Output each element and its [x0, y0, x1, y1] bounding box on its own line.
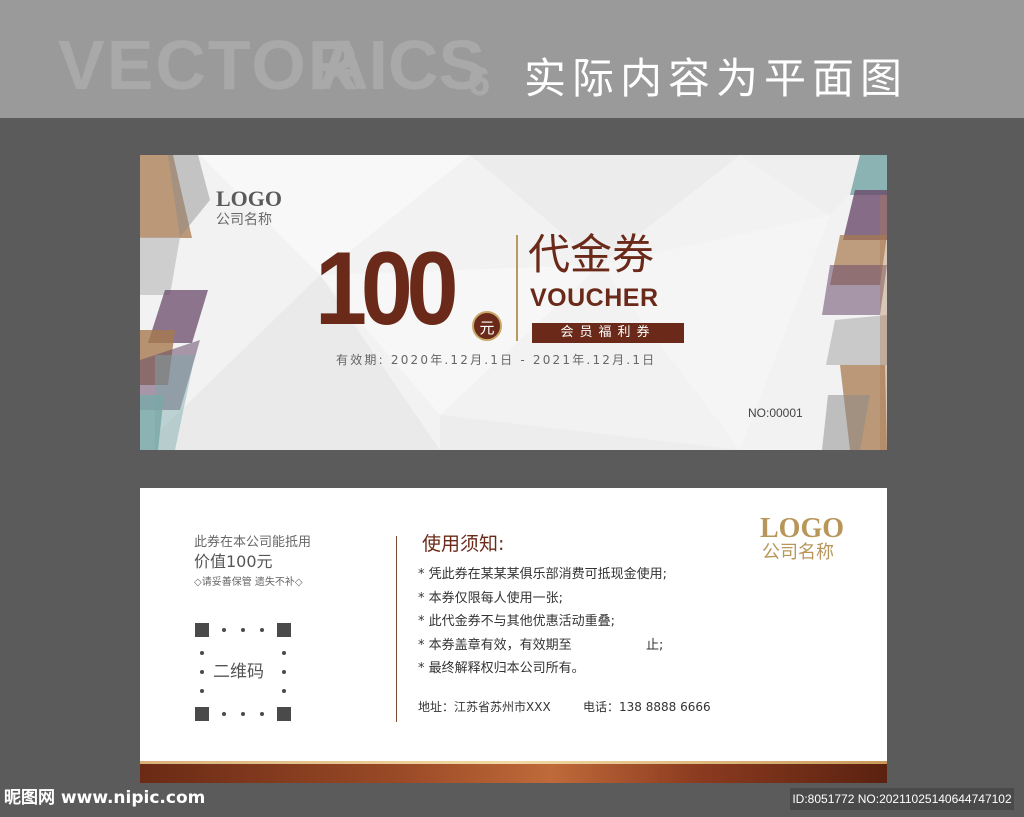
back-company-name: 公司名称: [762, 542, 834, 563]
usage-rule-item: * 本券盖章有效，有效期至 止;: [418, 637, 664, 653]
watermark-aics: AICS: [318, 26, 486, 104]
usage-rule-item: * 最终解释权归本公司所有。: [418, 661, 585, 676]
company-address: 地址：江苏省苏州市XXX: [418, 700, 551, 714]
section-divider: [396, 536, 397, 722]
usage-rule-item: * 此代金券不与其他优惠活动重叠;: [418, 614, 616, 629]
watermark-bar: VECTOR AICS 6 实际内容为平面图: [0, 0, 1024, 118]
serial-number: NO:00001: [748, 406, 803, 420]
company-phone: 电话：138 8888 6666: [583, 700, 711, 714]
watermark-version: 6: [468, 60, 491, 104]
title-divider: [516, 235, 518, 341]
qr-corner-icon: [277, 623, 291, 637]
qr-code-label: 二维码: [213, 662, 264, 682]
qr-corner-icon: [195, 707, 209, 721]
back-logo: LOGO: [760, 513, 845, 544]
voucher-title-en: VOUCHER: [530, 284, 659, 312]
watermark-note: 实际内容为平面图: [524, 54, 909, 103]
usage-rule-item: * 凭此券在某某某俱乐部消费可抵现金使用;: [418, 567, 668, 582]
usage-rules-title: 使用须知:: [422, 533, 505, 555]
voucher-amount: 100: [315, 231, 459, 347]
currency-unit-badge: 元: [472, 311, 502, 341]
usage-value-amount: 价值100元: [194, 552, 273, 571]
validity-period: 有效期: 2020年.12月.1日 - 2021年.12月.1日: [336, 353, 657, 367]
keep-safe-note: ◇请妥善保管 遗失不补◇: [194, 577, 303, 588]
qr-corner-icon: [277, 707, 291, 721]
front-logo: LOGO: [216, 186, 283, 211]
usage-rule-item: * 本券仅限每人使用一张;: [418, 590, 564, 606]
member-benefit-label: 会员福利券: [532, 323, 684, 343]
qr-corner-icon: [195, 623, 209, 637]
watermark-vector: VECTOR: [58, 26, 361, 104]
bottom-brown-stripe: [140, 764, 887, 783]
voucher-front: LOGO 公司名称 100 元 代金券 VOUCHER 会员福利券 有效期: 2…: [140, 155, 887, 450]
voucher-back: 此券在本公司能抵用 价值100元 ◇请妥善保管 遗失不补◇ 二维码 使用须知: …: [140, 488, 887, 783]
image-id-label: ID:8051772 NO:20211025140644747102: [790, 788, 1014, 810]
voucher-title: 代金券: [528, 230, 655, 279]
front-company-name: 公司名称: [216, 212, 272, 228]
site-watermark: 昵图网 www.nipic.com: [4, 788, 206, 808]
usage-rules-list: * 凭此券在某某某俱乐部消费可抵现金使用; * 本券仅限每人使用一张; * 此代…: [418, 563, 667, 681]
usage-value-line: 此券在本公司能抵用: [194, 535, 312, 550]
